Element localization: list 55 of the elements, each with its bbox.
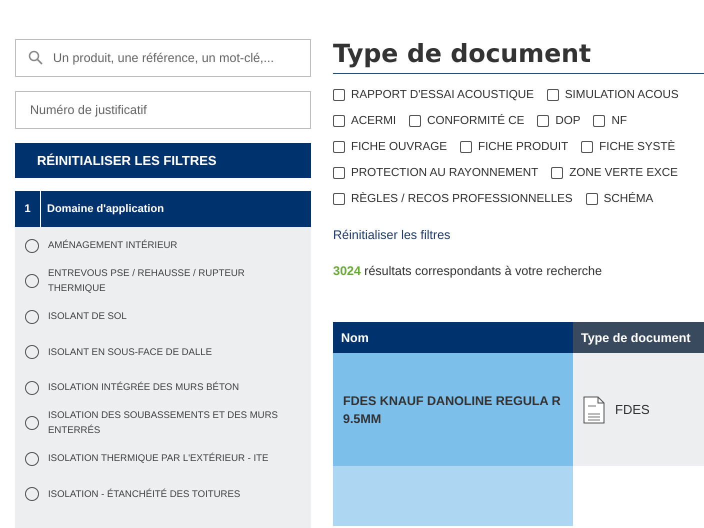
- radio-button[interactable]: [25, 274, 39, 288]
- checkbox[interactable]: [333, 140, 345, 152]
- checkbox-label[interactable]: RÈGLES / RECOS PROFESSIONNELLES: [351, 192, 573, 205]
- column-header: Nom: [333, 322, 573, 353]
- voucher-number-field[interactable]: Numéro de justificatif: [15, 91, 311, 129]
- option-label[interactable]: ENTREVOUS PSE / REHAUSSE / RUPTEUR THERMIQUE: [48, 266, 301, 296]
- radio-button[interactable]: [25, 416, 39, 430]
- option-label[interactable]: ISOLATION DES SOUBASSEMENTS ET DES MURS ENTERRÉS: [48, 408, 301, 438]
- checkbox[interactable]: [537, 114, 550, 126]
- option-label[interactable]: ISOLANT EN SOUS-FACE DE DALLE: [48, 344, 212, 360]
- checkbox-label[interactable]: ZONE VERTE EXCE: [569, 166, 678, 179]
- checkbox[interactable]: [333, 192, 345, 204]
- option-label[interactable]: ISOLANT DE SOL: [48, 309, 127, 324]
- search-icon: [28, 50, 43, 65]
- radio-button[interactable]: [25, 310, 39, 324]
- radio-button[interactable]: [25, 238, 39, 253]
- checkbox[interactable]: [333, 114, 345, 126]
- checkbox[interactable]: [546, 88, 559, 100]
- checkbox-label[interactable]: SIMULATION ACOUS: [564, 88, 679, 101]
- checkbox-label[interactable]: PROTECTION AU RAYONNEMENT: [351, 166, 538, 179]
- option-label[interactable]: ISOLATION INTÉGRÉE DES MURS BÉTON: [48, 380, 240, 396]
- option-label[interactable]: ISOLATION - ÉTANCHÉITÉ DES TOITURES: [48, 486, 240, 502]
- results-count: 3024 résultats correspondants à votre recherche: [333, 264, 603, 278]
- checkbox-label[interactable]: DOP: [555, 114, 580, 127]
- radio-button[interactable]: [25, 345, 39, 360]
- radio-button[interactable]: [25, 487, 39, 502]
- checkbox[interactable]: [333, 166, 345, 178]
- checkbox-label[interactable]: CONFORMITÉ CE: [427, 114, 524, 127]
- search-field[interactable]: Un produit, une référence, un mot-clé,...: [15, 39, 311, 77]
- checkbox-label[interactable]: FICHE SYSTÈ: [599, 140, 676, 153]
- checkbox-label[interactable]: FICHE PRODUIT: [478, 140, 568, 153]
- checkbox-label[interactable]: SCHÉMA: [604, 192, 654, 205]
- checkbox-label[interactable]: FICHE OUVRAGE: [351, 140, 447, 153]
- reset-filters-link[interactable]: Réinitialiser les filtres: [333, 228, 704, 242]
- document-name[interactable]: FDES KNAUF DANOLINE REGULA R 9.5MM: [343, 392, 563, 428]
- reset-filters-button[interactable]: RÉINITIALISER LES FILTRES: [15, 143, 311, 178]
- document-type: FDES: [615, 402, 650, 417]
- checkbox-label[interactable]: ACERMI: [351, 114, 396, 127]
- column-header: Type de document: [573, 322, 704, 353]
- page-heading: Type de document: [333, 39, 704, 74]
- checkbox-label[interactable]: NF: [611, 114, 627, 127]
- checkbox[interactable]: [586, 192, 598, 204]
- option-label[interactable]: ISOLATION THERMIQUE PAR L'EXTÉRIEUR - ITE: [48, 451, 268, 466]
- filter-section-header[interactable]: 1 Domaine d'application: [15, 191, 311, 227]
- checkbox[interactable]: [551, 166, 564, 178]
- checkbox[interactable]: [409, 114, 422, 126]
- checkbox[interactable]: [593, 114, 606, 126]
- checkbox[interactable]: [333, 88, 345, 100]
- document-icon: [583, 396, 605, 424]
- radio-button[interactable]: [25, 452, 39, 466]
- checkbox[interactable]: [460, 140, 472, 152]
- checkbox[interactable]: [581, 140, 594, 152]
- checkbox-label[interactable]: RAPPORT D'ESSAI ACOUSTIQUE: [351, 88, 534, 101]
- option-label[interactable]: AMÉNAGEMENT INTÉRIEUR: [48, 238, 178, 254]
- radio-button[interactable]: [25, 380, 39, 395]
